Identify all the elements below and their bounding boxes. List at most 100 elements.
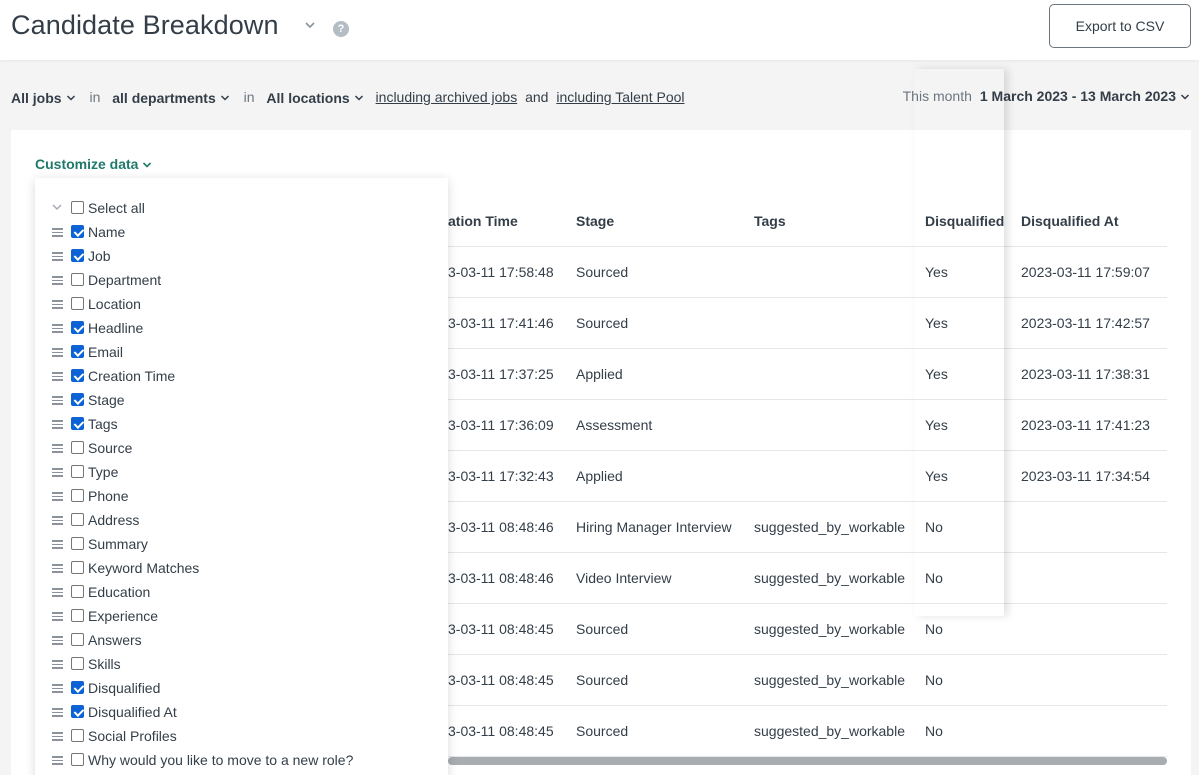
disqualified-cell: Yes <box>925 417 948 433</box>
archived-jobs-link[interactable]: including archived jobs <box>376 89 518 105</box>
field-option[interactable]: Job <box>35 245 448 269</box>
column-header-tags[interactable]: Tags <box>754 196 786 247</box>
scrollbar-thumb[interactable] <box>448 757 1167 765</box>
table-row[interactable]: 3-03-11 17:41:46 Sourced Yes 2023-03-11 17:… <box>448 298 1167 349</box>
drag-handle-icon[interactable] <box>52 324 63 333</box>
field-checkbox[interactable] <box>71 393 84 406</box>
chevron-down-icon[interactable] <box>51 202 63 212</box>
field-option[interactable]: Experience <box>35 605 448 629</box>
drag-handle-icon[interactable] <box>52 636 63 645</box>
drag-handle-icon[interactable] <box>52 300 63 309</box>
column-header-creation-time[interactable]: ation Time <box>448 196 518 247</box>
field-option[interactable]: Department <box>35 269 448 293</box>
field-option[interactable]: Stage <box>35 389 448 413</box>
field-option[interactable]: Email <box>35 341 448 365</box>
drag-handle-icon[interactable] <box>52 252 63 261</box>
field-checkbox[interactable] <box>71 465 84 478</box>
field-option[interactable]: Headline <box>35 317 448 341</box>
table-row[interactable]: 3-03-11 08:48:46 Hiring Manager Interview… <box>448 502 1167 553</box>
table-row[interactable]: 3-03-11 17:37:25 Applied Yes 2023-03-11 17:… <box>448 349 1167 400</box>
customize-data-toggle[interactable]: Customize data <box>35 156 152 172</box>
table-row[interactable]: 3-03-11 08:48:46 Video Interview suggested… <box>448 553 1167 604</box>
field-option[interactable]: Summary <box>35 533 448 557</box>
field-option[interactable]: Type <box>35 461 448 485</box>
drag-handle-icon[interactable] <box>52 420 63 429</box>
field-option[interactable]: Tags <box>35 413 448 437</box>
drag-handle-icon[interactable] <box>52 732 63 741</box>
drag-handle-icon[interactable] <box>52 684 63 693</box>
drag-handle-icon[interactable] <box>52 468 63 477</box>
drag-handle-icon[interactable] <box>52 444 63 453</box>
talent-pool-link[interactable]: including Talent Pool <box>556 89 684 105</box>
table-row[interactable]: 3-03-11 17:32:43 Applied Yes 2023-03-11 17:… <box>448 451 1167 502</box>
drag-handle-icon[interactable] <box>52 540 63 549</box>
field-checkbox[interactable] <box>71 729 84 742</box>
field-option[interactable]: Disqualified <box>35 677 448 701</box>
drag-handle-icon[interactable] <box>52 516 63 525</box>
field-checkbox[interactable] <box>71 417 84 430</box>
jobs-filter[interactable]: All jobs <box>11 89 76 106</box>
field-checkbox[interactable] <box>71 561 84 574</box>
field-option[interactable]: Address <box>35 509 448 533</box>
field-checkbox[interactable] <box>71 441 84 454</box>
drag-handle-icon[interactable] <box>52 348 63 357</box>
drag-handle-icon[interactable] <box>52 372 63 381</box>
table-row[interactable]: 3-03-11 17:58:48 Sourced Yes 2023-03-11 17:… <box>448 247 1167 298</box>
field-option[interactable]: Disqualified At <box>35 701 448 725</box>
column-header-stage[interactable]: Stage <box>576 196 614 247</box>
field-option[interactable]: Why would you like to move to a new role… <box>35 749 448 773</box>
drag-handle-icon[interactable] <box>52 396 63 405</box>
field-checkbox[interactable] <box>71 633 84 646</box>
drag-handle-icon[interactable] <box>52 276 63 285</box>
drag-handle-icon[interactable] <box>52 756 63 765</box>
field-checkbox[interactable] <box>71 753 84 766</box>
field-option[interactable]: Location <box>35 293 448 317</box>
drag-handle-icon[interactable] <box>52 564 63 573</box>
field-checkbox[interactable] <box>71 609 84 622</box>
departments-filter[interactable]: all departments <box>112 89 229 106</box>
field-checkbox[interactable] <box>71 681 84 694</box>
field-checkbox[interactable] <box>71 657 84 670</box>
field-option[interactable]: Education <box>35 581 448 605</box>
field-option[interactable]: Social Profiles <box>35 725 448 749</box>
table-row[interactable]: 3-03-11 08:48:45 Sourced suggested_by_work… <box>448 655 1167 706</box>
field-checkbox[interactable] <box>71 273 84 286</box>
export-csv-button[interactable]: Export to CSV <box>1049 4 1191 48</box>
field-checkbox[interactable] <box>71 249 84 262</box>
table-row[interactable]: 3-03-11 17:36:09 Assessment Yes 2023-03-11 … <box>448 400 1167 451</box>
field-checkbox[interactable] <box>71 321 84 334</box>
horizontal-scrollbar[interactable] <box>448 757 1167 765</box>
field-checkbox[interactable] <box>71 201 84 214</box>
field-checkbox[interactable] <box>71 705 84 718</box>
table-row[interactable]: 3-03-11 08:48:45 Sourced suggested_by_work… <box>448 604 1167 655</box>
field-checkbox[interactable] <box>71 489 84 502</box>
drag-handle-icon[interactable] <box>52 492 63 501</box>
field-option[interactable]: Creation Time <box>35 365 448 389</box>
field-checkbox[interactable] <box>71 369 84 382</box>
field-option[interactable]: Skills <box>35 653 448 677</box>
field-checkbox[interactable] <box>71 537 84 550</box>
column-header-disqualified-at[interactable]: Disqualified At <box>1021 196 1119 247</box>
locations-filter[interactable]: All locations <box>266 89 363 106</box>
select-all-option[interactable]: Select all <box>35 197 448 221</box>
drag-handle-icon[interactable] <box>52 588 63 597</box>
drag-handle-icon[interactable] <box>52 228 63 237</box>
help-icon[interactable]: ? <box>333 21 349 37</box>
field-checkbox[interactable] <box>71 585 84 598</box>
table-row[interactable]: 3-03-11 08:48:45 Sourced suggested_by_work… <box>448 706 1167 757</box>
field-option[interactable]: Name <box>35 221 448 245</box>
drag-handle-icon[interactable] <box>52 660 63 669</box>
date-range-picker[interactable]: This month 1 March 2023 - 13 March 2023 <box>903 88 1190 104</box>
drag-handle-icon[interactable] <box>52 612 63 621</box>
chevron-down-icon[interactable] <box>303 18 317 32</box>
column-header-disqualified[interactable]: Disqualified <box>925 196 1004 247</box>
field-checkbox[interactable] <box>71 345 84 358</box>
field-option[interactable]: Source <box>35 437 448 461</box>
field-option[interactable]: Keyword Matches <box>35 557 448 581</box>
drag-handle-icon[interactable] <box>52 708 63 717</box>
field-checkbox[interactable] <box>71 225 84 238</box>
field-option[interactable]: Answers <box>35 629 448 653</box>
field-checkbox[interactable] <box>71 513 84 526</box>
field-option[interactable]: Phone <box>35 485 448 509</box>
field-checkbox[interactable] <box>71 297 84 310</box>
